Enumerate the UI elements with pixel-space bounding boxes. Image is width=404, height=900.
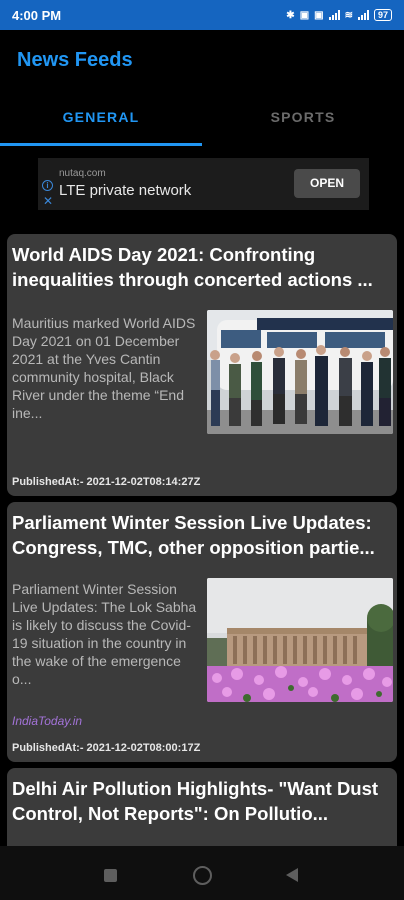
- wifi-icon: ≋: [344, 9, 353, 21]
- status-bar: 4:00 PM ✱ ▣ ▣ ≋ 97: [0, 0, 404, 30]
- news-image: [207, 578, 393, 702]
- ad-title: LTE private network: [59, 182, 192, 199]
- ad-banner[interactable]: i ✕ nutaq.com LTE private network OPEN: [38, 158, 369, 210]
- vibrate-icon: ▣: [299, 9, 310, 21]
- app-title: News Feeds: [17, 48, 133, 71]
- news-title: World AIDS Day 2021: Confronting inequal…: [12, 244, 373, 290]
- news-published-at: PublishedAt:- 2021-12-02T08:14:27Z: [12, 476, 201, 488]
- signal-icon: [328, 10, 340, 20]
- news-published-at: PublishedAt:- 2021-12-02T08:00:17Z: [12, 742, 201, 754]
- tab-sports[interactable]: SPORTS: [202, 90, 404, 146]
- ad-open-button[interactable]: OPEN: [294, 169, 360, 198]
- news-card[interactable]: World AIDS Day 2021: Confronting inequal…: [7, 234, 397, 496]
- status-icons: ✱ ▣ ▣ ≋ 97: [286, 9, 392, 21]
- signal-2-icon: [357, 10, 369, 20]
- bluetooth-icon: ✱: [286, 9, 295, 21]
- news-card[interactable]: Parliament Winter Session Live Updates: …: [7, 502, 397, 762]
- status-time: 4:00 PM: [12, 7, 62, 23]
- close-icon[interactable]: ✕: [43, 194, 53, 208]
- tab-general[interactable]: GENERAL: [0, 90, 202, 146]
- system-nav-bar: [0, 846, 404, 900]
- info-icon[interactable]: i: [42, 180, 53, 191]
- app-bar: News Feeds: [0, 30, 404, 90]
- news-source: IndiaToday.in: [12, 714, 83, 728]
- news-title: Parliament Winter Session Live Updates: …: [12, 512, 375, 558]
- volte-icon: ▣: [314, 9, 324, 21]
- back-icon[interactable]: [286, 868, 298, 882]
- ad-domain: nutaq.com: [59, 168, 106, 179]
- recents-icon[interactable]: [104, 869, 117, 882]
- news-description: Mauritius marked World AIDS Day 2021 on …: [12, 315, 196, 421]
- news-title: Delhi Air Pollution Highlights- "Want Du…: [12, 778, 379, 824]
- battery-icon: 97: [373, 9, 392, 21]
- news-description: Parliament Winter Session Live Updates: …: [12, 581, 197, 687]
- tab-bar: GENERAL SPORTS: [0, 90, 404, 146]
- news-image: [207, 310, 393, 434]
- home-icon[interactable]: [193, 866, 212, 885]
